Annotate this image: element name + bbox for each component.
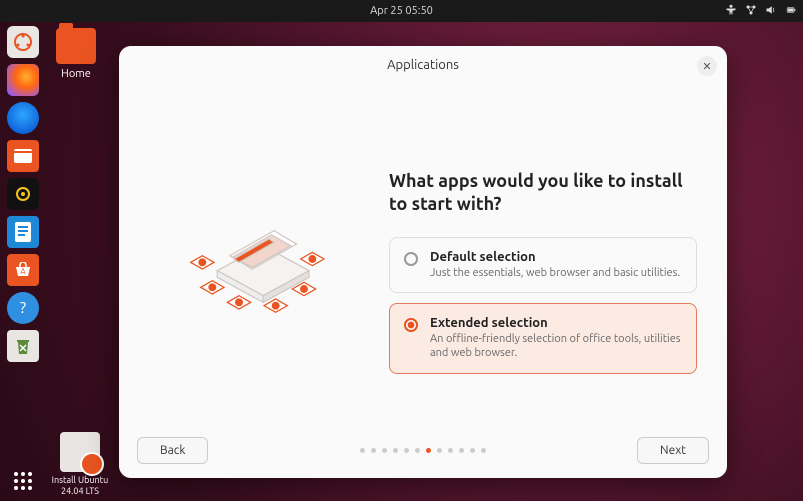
desktop-home-label: Home: [56, 68, 96, 80]
next-button[interactable]: Next: [637, 437, 709, 464]
svg-text:A: A: [20, 267, 26, 276]
step-dot: [437, 448, 442, 453]
installer-header: Applications ✕: [119, 46, 727, 84]
illustration: [139, 84, 379, 423]
top-bar: Apr 25 05:50: [0, 0, 803, 22]
close-button[interactable]: ✕: [697, 56, 717, 76]
step-dot: [470, 448, 475, 453]
power-icon[interactable]: [785, 4, 797, 19]
step-dot: [426, 448, 431, 453]
show-applications-icon[interactable]: [9, 467, 37, 495]
option-default-selection[interactable]: Default selection Just the essentials, w…: [389, 237, 697, 293]
step-dot: [404, 448, 409, 453]
option-default-desc: Just the essentials, web browser and bas…: [430, 266, 680, 280]
step-dot: [360, 448, 365, 453]
install-ubuntu-icon: [60, 432, 100, 472]
dock: A ?: [0, 22, 46, 501]
ubuntu-software-icon[interactable]: A: [7, 254, 39, 286]
volume-icon[interactable]: [765, 4, 777, 19]
radio-extended[interactable]: [404, 318, 418, 332]
thunderbird-icon[interactable]: [7, 102, 39, 134]
desktop-install-ubuntu[interactable]: Install Ubuntu 24.04 LTS: [50, 432, 110, 497]
install-ubuntu-label-2: 24.04 LTS: [50, 486, 110, 497]
question-heading: What apps would you like to install to s…: [389, 170, 697, 217]
radio-default[interactable]: [404, 252, 418, 266]
step-dot: [371, 448, 376, 453]
folder-icon: [56, 28, 96, 64]
step-dot: [382, 448, 387, 453]
step-dot: [459, 448, 464, 453]
libreoffice-icon[interactable]: [7, 216, 39, 248]
help-icon[interactable]: ?: [7, 292, 39, 324]
step-dot: [448, 448, 453, 453]
install-ubuntu-label-1: Install Ubuntu: [50, 475, 110, 486]
option-extended-desc: An offline-friendly selection of office …: [430, 332, 682, 361]
option-default-title: Default selection: [430, 250, 680, 264]
firefox-icon[interactable]: [7, 64, 39, 96]
installer-window: Applications ✕: [119, 46, 727, 478]
option-extended-title: Extended selection: [430, 316, 682, 330]
desktop-home-folder[interactable]: Home: [56, 28, 96, 80]
clock: Apr 25 05:50: [370, 5, 433, 17]
rhythmbox-icon[interactable]: [7, 178, 39, 210]
network-icon[interactable]: [745, 4, 757, 19]
trash-icon[interactable]: [7, 330, 39, 362]
step-indicator: [208, 448, 637, 453]
step-dot: [393, 448, 398, 453]
installer-footer: Back Next: [119, 423, 727, 478]
close-icon: ✕: [702, 60, 711, 73]
step-dot: [415, 448, 420, 453]
step-dot: [481, 448, 486, 453]
installer-title: Applications: [387, 58, 459, 72]
system-tray[interactable]: [725, 4, 797, 19]
back-button[interactable]: Back: [137, 437, 208, 464]
option-extended-selection[interactable]: Extended selection An offline-friendly s…: [389, 303, 697, 374]
accessibility-icon[interactable]: [725, 4, 737, 19]
installer-running-icon[interactable]: [7, 26, 39, 58]
files-icon[interactable]: [7, 140, 39, 172]
